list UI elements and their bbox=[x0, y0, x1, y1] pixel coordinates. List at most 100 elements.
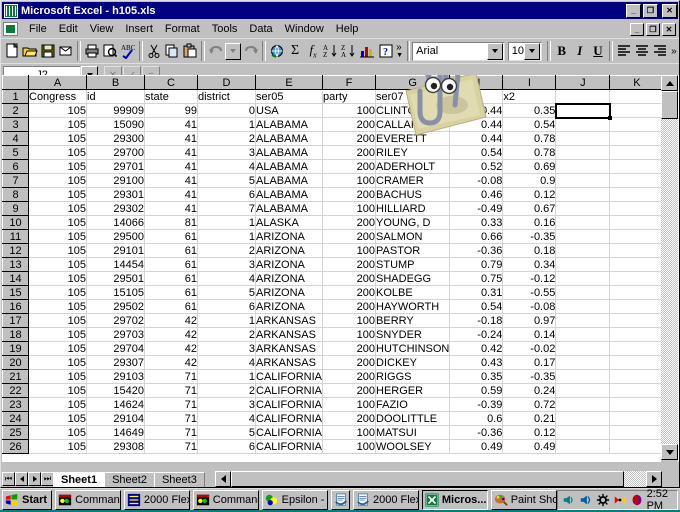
cell-G19[interactable]: HUTCHINSON bbox=[376, 342, 450, 356]
cell-D26[interactable]: 6 bbox=[198, 440, 256, 454]
row-header-8[interactable]: 8 bbox=[3, 188, 29, 202]
cut-icon[interactable] bbox=[145, 41, 163, 62]
row-header-17[interactable]: 17 bbox=[3, 314, 29, 328]
cell-E5[interactable]: ALABAMA bbox=[256, 146, 323, 160]
cell-G22[interactable]: HERGER bbox=[376, 384, 450, 398]
cell-E26[interactable]: CALIFORNIA bbox=[256, 440, 323, 454]
cell-K26[interactable] bbox=[610, 440, 664, 454]
cell-H3[interactable]: 0.44 bbox=[450, 118, 503, 132]
cell-E11[interactable]: ARIZONA bbox=[256, 230, 323, 244]
row-header-3[interactable]: 3 bbox=[3, 118, 29, 132]
chart-wizard-icon[interactable] bbox=[358, 41, 376, 62]
cell-K10[interactable] bbox=[610, 216, 664, 230]
spreadsheet-grid[interactable]: A B C D E F G H I J K 1 Congress id stat… bbox=[2, 75, 679, 462]
cell-D25[interactable]: 5 bbox=[198, 426, 256, 440]
help-icon[interactable]: ? bbox=[377, 41, 395, 62]
cell-E18[interactable]: ARKANSAS bbox=[256, 328, 323, 342]
cell-C18[interactable]: 42 bbox=[145, 328, 198, 342]
cell-E14[interactable]: ARIZONA bbox=[256, 272, 323, 286]
workbook-icon[interactable] bbox=[3, 22, 18, 36]
cell-D24[interactable]: 4 bbox=[198, 412, 256, 426]
cell-I23[interactable]: 0.72 bbox=[503, 398, 556, 412]
cell-D21[interactable]: 1 bbox=[198, 370, 256, 384]
row-header-11[interactable]: 11 bbox=[3, 230, 29, 244]
cell-H20[interactable]: 0.43 bbox=[450, 356, 503, 370]
scroll-down-button[interactable] bbox=[661, 444, 678, 460]
autosum-icon[interactable]: Σ bbox=[286, 41, 304, 62]
cell-E25[interactable]: CALIFORNIA bbox=[256, 426, 323, 440]
cell-A5[interactable]: 105 bbox=[29, 146, 87, 160]
minimize-button[interactable]: _ bbox=[626, 4, 641, 18]
cell-A3[interactable]: 105 bbox=[29, 118, 87, 132]
cell-A9[interactable]: 105 bbox=[29, 202, 87, 216]
cell-A6[interactable]: 105 bbox=[29, 160, 87, 174]
taskbar-item-2000-flex-1[interactable]: 2000 Flex... bbox=[124, 490, 190, 510]
cell-I10[interactable]: 0.16 bbox=[503, 216, 556, 230]
cell-G23[interactable]: FAZIO bbox=[376, 398, 450, 412]
cell-D12[interactable]: 2 bbox=[198, 244, 256, 258]
cell-I13[interactable]: 0.34 bbox=[503, 258, 556, 272]
shortcut-icon[interactable] bbox=[613, 492, 627, 507]
scroll-right-button[interactable] bbox=[646, 471, 662, 487]
copy-icon[interactable] bbox=[163, 41, 181, 62]
cell-C4[interactable]: 41 bbox=[145, 132, 198, 146]
cell-H26[interactable]: 0.49 bbox=[450, 440, 503, 454]
cell-A25[interactable]: 105 bbox=[29, 426, 87, 440]
cell-f1[interactable]: party bbox=[323, 90, 376, 104]
cell-D9[interactable]: 7 bbox=[198, 202, 256, 216]
cell-J24[interactable] bbox=[556, 412, 610, 426]
cell-B14[interactable]: 29501 bbox=[87, 272, 145, 286]
taskbar-item-2000-flex-2[interactable]: 2000 Flex... bbox=[353, 490, 419, 510]
cell-B6[interactable]: 29701 bbox=[87, 160, 145, 174]
cell-G4[interactable]: EVERETT bbox=[376, 132, 450, 146]
cell-B10[interactable]: 14066 bbox=[87, 216, 145, 230]
volume-icon[interactable] bbox=[579, 492, 593, 507]
cell-C16[interactable]: 61 bbox=[145, 300, 198, 314]
cell-D23[interactable]: 3 bbox=[198, 398, 256, 412]
cell-H14[interactable]: 0.75 bbox=[450, 272, 503, 286]
cell-C15[interactable]: 61 bbox=[145, 286, 198, 300]
cell-H6[interactable]: 0.52 bbox=[450, 160, 503, 174]
cell-E20[interactable]: ARKANSAS bbox=[256, 356, 323, 370]
cell-B12[interactable]: 29101 bbox=[87, 244, 145, 258]
cell-I11[interactable]: -0.35 bbox=[503, 230, 556, 244]
doc-close-button[interactable]: ✕ bbox=[662, 23, 676, 36]
sort-desc-icon[interactable]: ZA bbox=[340, 41, 358, 62]
cell-D18[interactable]: 2 bbox=[198, 328, 256, 342]
cell-J21[interactable] bbox=[556, 370, 610, 384]
cell-I19[interactable]: -0.02 bbox=[503, 342, 556, 356]
cell-E19[interactable]: ARKANSAS bbox=[256, 342, 323, 356]
vertical-scroll-track[interactable] bbox=[661, 119, 678, 444]
align-left-icon[interactable] bbox=[615, 41, 633, 62]
cell-I22[interactable]: 0.24 bbox=[503, 384, 556, 398]
scroll-left-button[interactable] bbox=[215, 471, 231, 487]
cell-I16[interactable]: -0.08 bbox=[503, 300, 556, 314]
cell-H15[interactable]: 0.31 bbox=[450, 286, 503, 300]
cell-B13[interactable]: 14454 bbox=[87, 258, 145, 272]
cell-I17[interactable]: 0.97 bbox=[503, 314, 556, 328]
cell-G21[interactable]: RIGGS bbox=[376, 370, 450, 384]
column-header-g[interactable]: G bbox=[376, 76, 450, 90]
row-header-10[interactable]: 10 bbox=[3, 216, 29, 230]
start-button[interactable]: Start bbox=[2, 490, 52, 510]
cell-F12[interactable]: 100 bbox=[323, 244, 376, 258]
cell-J19[interactable] bbox=[556, 342, 610, 356]
cell-F16[interactable]: 200 bbox=[323, 300, 376, 314]
cell-E4[interactable]: ALABAMA bbox=[256, 132, 323, 146]
fill-handle[interactable] bbox=[608, 116, 612, 120]
menu-window[interactable]: Window bbox=[279, 22, 330, 36]
prev-sheet-button[interactable] bbox=[15, 472, 28, 486]
cell-E17[interactable]: ARKANSAS bbox=[256, 314, 323, 328]
cell-A2[interactable]: 105 bbox=[29, 104, 87, 118]
cell-A22[interactable]: 105 bbox=[29, 384, 87, 398]
cell-J14[interactable] bbox=[556, 272, 610, 286]
cell-K12[interactable] bbox=[610, 244, 664, 258]
menu-tools[interactable]: Tools bbox=[206, 22, 244, 36]
row-header-22[interactable]: 22 bbox=[3, 384, 29, 398]
cell-F9[interactable]: 100 bbox=[323, 202, 376, 216]
cell-I20[interactable]: 0.17 bbox=[503, 356, 556, 370]
taskbar-item-command-2[interactable]: Command... bbox=[193, 490, 259, 510]
cell-J25[interactable] bbox=[556, 426, 610, 440]
cell-F23[interactable]: 100 bbox=[323, 398, 376, 412]
cell-D6[interactable]: 4 bbox=[198, 160, 256, 174]
